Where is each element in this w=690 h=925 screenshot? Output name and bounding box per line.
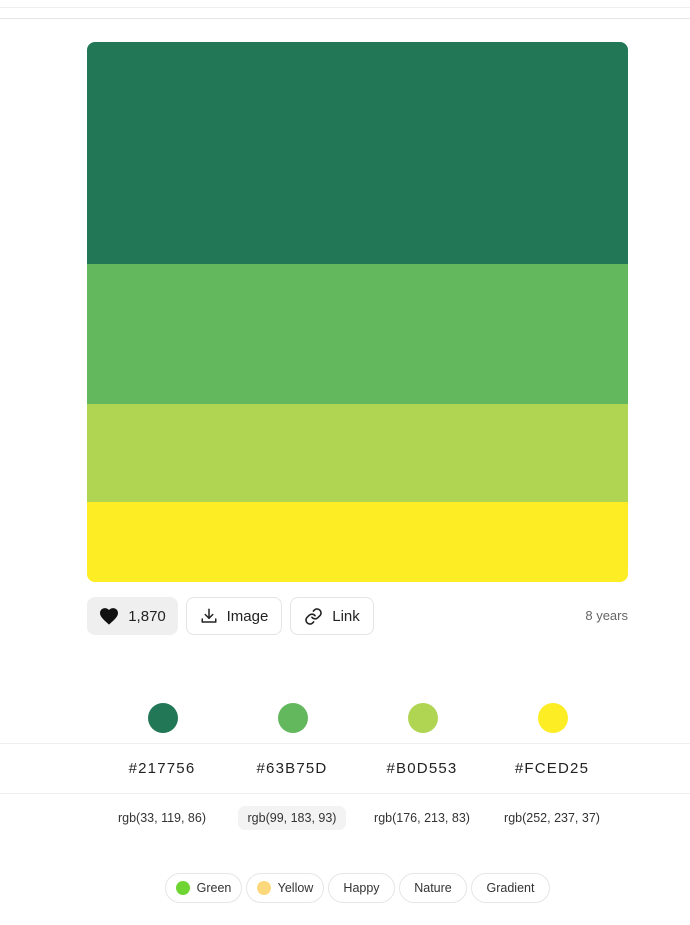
- like-button[interactable]: 1,870: [87, 597, 178, 635]
- tag-color-dot: [256, 881, 271, 895]
- rgb-codes: rgb(33, 119, 86) rgb(99, 183, 93) rgb(17…: [97, 804, 618, 831]
- hex-code-2[interactable]: #63B75D: [227, 760, 357, 777]
- rgb-code-1-text: rgb(33, 119, 86): [117, 810, 207, 825]
- color-dot-3[interactable]: [408, 703, 438, 733]
- download-icon: [201, 608, 217, 623]
- link-label: Link: [332, 607, 360, 625]
- heart-icon: [100, 608, 119, 625]
- palette-preview: [87, 42, 628, 582]
- rgb-code-2-text: rgb(99, 183, 93): [237, 805, 347, 830]
- hex-row-bottom-divider: [0, 793, 690, 794]
- tag-color-dot: [175, 881, 190, 895]
- tag-label: Nature: [414, 881, 452, 895]
- rgb-code-2[interactable]: rgb(99, 183, 93): [227, 804, 357, 831]
- color-dot-1[interactable]: [148, 703, 178, 733]
- hex-row-top-divider: [0, 743, 690, 744]
- tag-label: Happy: [343, 881, 380, 895]
- tag-label: Gradient: [486, 881, 535, 895]
- palette-age: 8 years: [585, 608, 628, 623]
- rgb-code-4[interactable]: rgb(252, 237, 37): [487, 804, 617, 831]
- palette-actions: 1,870 Image Link 8 years: [87, 597, 628, 635]
- link-icon: [305, 607, 322, 625]
- tag-label: Yellow: [277, 881, 314, 895]
- rgb-code-3[interactable]: rgb(176, 213, 83): [357, 804, 487, 831]
- rgb-code-4-text: rgb(252, 237, 37): [504, 810, 600, 825]
- tag-yellow[interactable]: Yellow: [246, 873, 324, 903]
- hex-codes: #217756 #63B75D #B0D553 #FCED25: [97, 760, 618, 780]
- color-circles: [97, 703, 618, 733]
- swatch-1[interactable]: [87, 42, 628, 264]
- tag-list: Green Yellow Happy Nature Gradient: [0, 873, 690, 903]
- download-image-button[interactable]: Image: [186, 597, 282, 635]
- tag-label: Green: [196, 881, 232, 895]
- hex-code-1[interactable]: #217756: [97, 760, 227, 777]
- tag-happy[interactable]: Happy: [328, 873, 395, 903]
- like-count: 1,870: [128, 607, 166, 625]
- hex-code-4[interactable]: #FCED25: [487, 760, 617, 777]
- swatch-2[interactable]: [87, 264, 628, 404]
- copy-link-button[interactable]: Link: [290, 597, 374, 635]
- color-dot-4[interactable]: [538, 703, 568, 733]
- swatch-4[interactable]: [87, 502, 628, 582]
- tag-nature[interactable]: Nature: [399, 873, 467, 903]
- color-dot-2[interactable]: [278, 703, 308, 733]
- rgb-code-3-text: rgb(176, 213, 83): [374, 810, 470, 825]
- header-divider: [0, 18, 690, 19]
- rgb-code-1[interactable]: rgb(33, 119, 86): [97, 804, 227, 831]
- image-label: Image: [226, 607, 269, 625]
- top-divider: [0, 7, 690, 8]
- tag-gradient[interactable]: Gradient: [471, 873, 550, 903]
- swatch-3[interactable]: [87, 404, 628, 502]
- hex-code-3[interactable]: #B0D553: [357, 760, 487, 777]
- tag-green[interactable]: Green: [165, 873, 242, 903]
